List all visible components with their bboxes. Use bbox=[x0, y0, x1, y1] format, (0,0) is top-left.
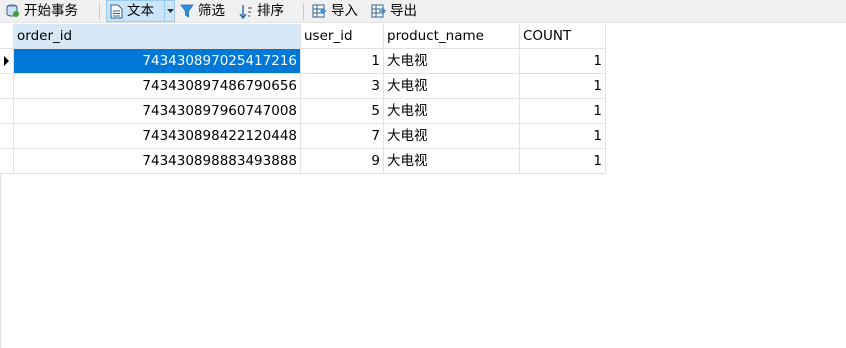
cell-product-name[interactable]: 大电视 bbox=[384, 74, 520, 99]
cell-product-name[interactable]: 大电视 bbox=[384, 99, 520, 124]
sort-label: 排序 bbox=[257, 3, 284, 19]
cell-order-id[interactable]: 743430898883493888 bbox=[14, 149, 301, 174]
cell-user-id[interactable]: 3 bbox=[301, 74, 384, 99]
cell-count[interactable]: 1 bbox=[520, 99, 606, 124]
begin-transaction-label: 开始事务 bbox=[24, 3, 78, 19]
text-view-dropdown[interactable] bbox=[164, 0, 175, 22]
transaction-icon bbox=[6, 4, 19, 17]
toolbar: 开始事务 文本 筛选 排序 导入 导出 bbox=[0, 0, 846, 23]
column-header-count[interactable]: COUNT bbox=[520, 24, 606, 49]
row-indicator[interactable] bbox=[0, 74, 14, 99]
cell-order-id[interactable]: 743430897486790656 bbox=[14, 74, 301, 99]
column-header-user-id[interactable]: user_id bbox=[301, 24, 384, 49]
filter-label: 筛选 bbox=[198, 3, 225, 19]
cell-count[interactable]: 1 bbox=[520, 49, 606, 74]
cell-user-id[interactable]: 1 bbox=[301, 49, 384, 74]
export-icon bbox=[371, 4, 386, 18]
cell-user-id[interactable]: 5 bbox=[301, 99, 384, 124]
filter-button[interactable]: 筛选 bbox=[180, 0, 225, 22]
export-label: 导出 bbox=[390, 3, 417, 19]
caret-down-icon bbox=[166, 9, 174, 13]
cell-product-name[interactable]: 大电视 bbox=[384, 49, 520, 74]
cell-count[interactable]: 1 bbox=[520, 149, 606, 174]
row-indicator[interactable] bbox=[0, 99, 14, 124]
export-button[interactable]: 导出 bbox=[371, 0, 417, 22]
cell-order-id[interactable]: 743430897960747008 bbox=[14, 99, 301, 124]
toolbar-separator bbox=[303, 3, 304, 20]
text-view-button[interactable]: 文本 bbox=[110, 0, 154, 22]
column-header-product-name[interactable]: product_name bbox=[384, 24, 520, 49]
header-corner bbox=[0, 24, 14, 49]
cell-product-name[interactable]: 大电视 bbox=[384, 124, 520, 149]
row-indicator[interactable] bbox=[0, 124, 14, 149]
import-button[interactable]: 导入 bbox=[312, 0, 358, 22]
cell-user-id[interactable]: 9 bbox=[301, 149, 384, 174]
cell-count[interactable]: 1 bbox=[520, 74, 606, 99]
toolbar-separator bbox=[99, 3, 100, 20]
import-label: 导入 bbox=[331, 3, 358, 19]
document-icon bbox=[110, 4, 123, 18]
filter-icon bbox=[180, 4, 194, 18]
cell-user-id[interactable]: 7 bbox=[301, 124, 384, 149]
sort-button[interactable]: 排序 bbox=[239, 0, 284, 22]
sort-icon bbox=[239, 4, 252, 19]
cell-count[interactable]: 1 bbox=[520, 124, 606, 149]
column-header-order-id[interactable]: order_id bbox=[14, 24, 301, 49]
import-icon bbox=[312, 4, 326, 18]
cell-order-id[interactable]: 743430897025417216 bbox=[14, 49, 301, 74]
current-row-arrow-icon bbox=[4, 56, 9, 66]
cell-order-id[interactable]: 743430898422120448 bbox=[14, 124, 301, 149]
begin-transaction-button[interactable]: 开始事务 bbox=[6, 0, 78, 22]
row-indicator[interactable] bbox=[0, 149, 14, 174]
cell-product-name[interactable]: 大电视 bbox=[384, 149, 520, 174]
row-indicator-current[interactable] bbox=[0, 49, 14, 74]
text-view-label: 文本 bbox=[127, 3, 154, 19]
